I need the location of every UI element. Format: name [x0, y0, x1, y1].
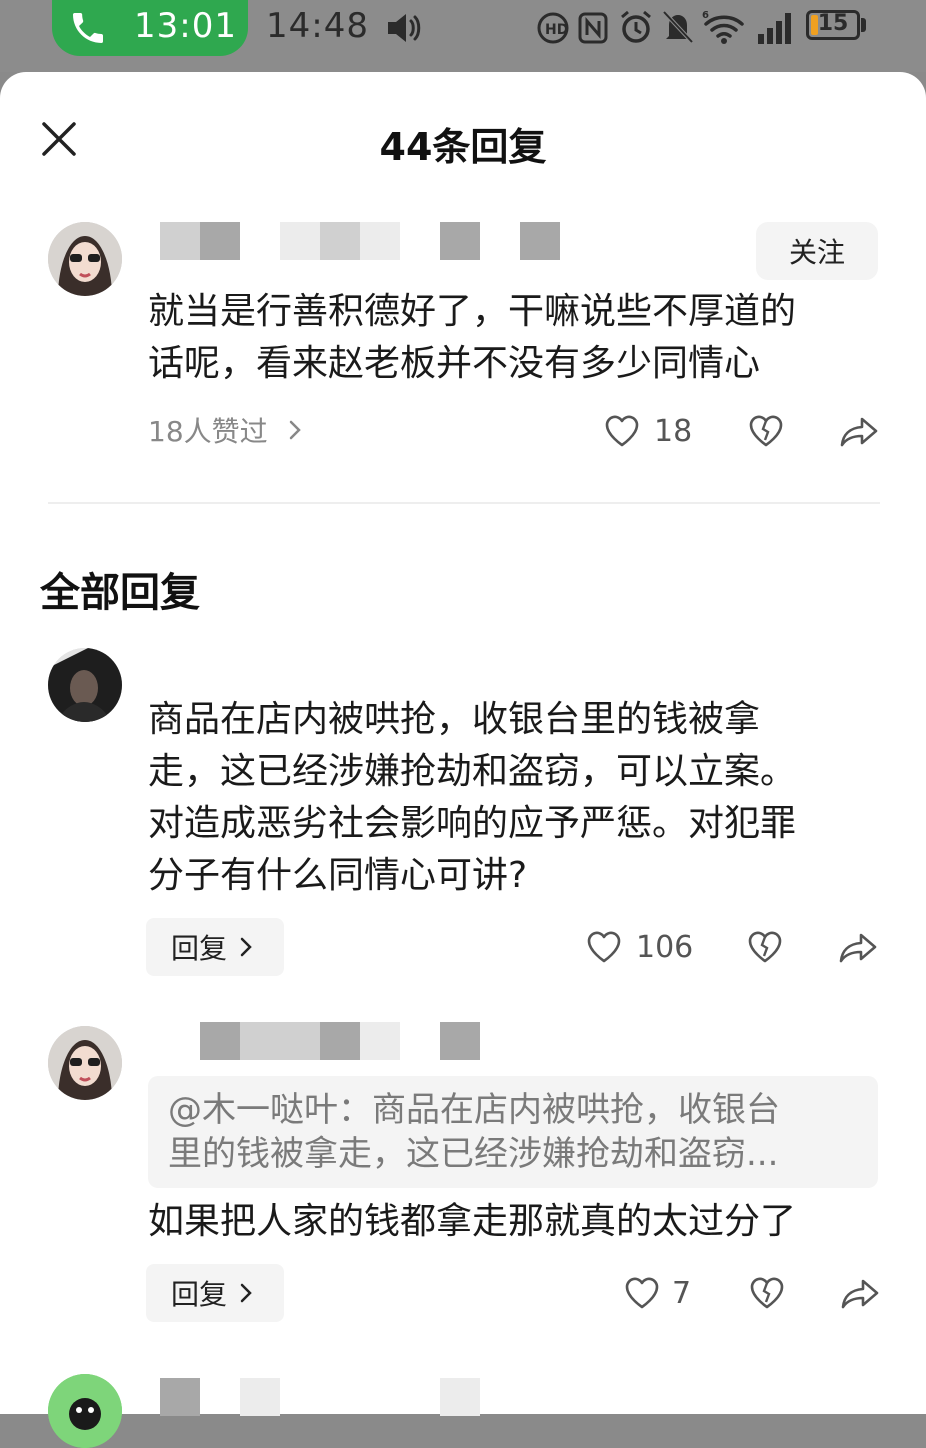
like-count: 7 — [672, 1275, 692, 1311]
battery-percent: 15 — [817, 11, 849, 36]
svg-text:HD: HD — [545, 22, 568, 38]
woman-sunglasses-avatar-icon — [48, 1026, 122, 1100]
volume-icon — [388, 14, 421, 42]
reply-label: 回复 — [170, 1278, 227, 1311]
username-blurred — [440, 222, 480, 260]
battery-tip — [861, 18, 866, 32]
like-heart-icon[interactable] — [584, 927, 624, 967]
cartoon-face-avatar-icon — [48, 1374, 122, 1448]
wifi-icon: 6 — [702, 10, 744, 44]
status-clock: 14:48 — [266, 6, 369, 46]
chevron-right-icon — [240, 937, 252, 957]
share-icon[interactable] — [837, 927, 879, 967]
reply-button[interactable]: 回复 — [146, 1264, 284, 1322]
phone-icon — [73, 13, 103, 43]
sheet-title: 44条回复 — [379, 125, 547, 169]
username-blurred — [240, 1022, 320, 1060]
man-profile-avatar-icon — [48, 648, 122, 722]
hd-icon: HD — [537, 12, 569, 44]
follow-button[interactable]: 关注 — [756, 222, 878, 280]
divider — [48, 502, 880, 504]
username-blurred — [440, 1378, 480, 1416]
battery-icon: 15 — [806, 10, 860, 40]
reply-actions: 106 — [584, 922, 879, 972]
quote-line: 里的钱被拿走，这已经涉嫌抢劫和盗窃... — [168, 1134, 779, 1174]
like-heart-icon[interactable] — [602, 411, 642, 451]
nfc-icon — [578, 12, 608, 44]
reply-label: 回复 — [170, 932, 227, 965]
username-blurred — [200, 1022, 240, 1060]
signal-icon — [758, 13, 791, 44]
svg-text:6: 6 — [702, 10, 709, 21]
chevron-right-icon — [240, 1283, 252, 1303]
call-duration: 13:01 — [134, 6, 237, 46]
mute-icon — [662, 10, 694, 44]
ongoing-call-pill[interactable]: 13:01 — [52, 0, 248, 56]
text-line: 走，这已经涉嫌抢劫和盗窃，可以立案。 — [148, 751, 797, 792]
likes-summary-link[interactable]: 18人赞过 — [148, 410, 310, 450]
username-blurred — [320, 1022, 360, 1060]
username-blurred — [240, 1378, 280, 1416]
text-line: 分子有什么同情心可讲? — [148, 855, 528, 896]
reply-text: 如果把人家的钱都拿走那就真的太过分了 — [148, 1201, 797, 1242]
like-count: 106 — [636, 929, 694, 965]
woman-sunglasses-avatar-icon — [48, 222, 122, 296]
text-line: 商品在店内被哄抢，收银台里的钱被拿 — [148, 699, 761, 740]
text-line: 话呢，看来赵老板并不没有多少同情心 — [148, 343, 761, 384]
avatar[interactable] — [48, 1374, 122, 1448]
avatar[interactable] — [48, 1026, 122, 1100]
text-line: 就当是行善积德好了，干嘛说些不厚道的 — [148, 291, 797, 332]
username-blurred — [200, 222, 240, 260]
status-bar: 13:01 14:48 HD 6 15 — [0, 0, 926, 72]
like-heart-icon[interactable] — [622, 1273, 662, 1313]
reply-actions: 7 — [622, 1268, 881, 1318]
replies-sheet: 44条回复 关注 就当是行善积德好了，干嘛说些不厚道的 话呢，看来赵老板并不没有… — [0, 72, 926, 1448]
dislike-broken-heart-icon[interactable] — [746, 411, 786, 451]
username-blurred — [320, 222, 360, 260]
dislike-broken-heart-icon[interactable] — [745, 927, 785, 967]
reply-text: 商品在店内被哄抢，收银台里的钱被拿 走，这已经涉嫌抢劫和盗窃，可以立案。 对造成… — [148, 694, 888, 902]
like-count: 18 — [654, 413, 693, 449]
quote-line: @木一哒叶：商品在店内被哄抢，收银台 — [168, 1090, 780, 1130]
dislike-broken-heart-icon[interactable] — [747, 1273, 787, 1313]
likes-summary: 18人赞过 — [148, 415, 268, 448]
quoted-reply[interactable]: @木一哒叶：商品在店内被哄抢，收银台 里的钱被拿走，这已经涉嫌抢劫和盗窃... — [148, 1076, 878, 1188]
main-comment-actions: 18 — [602, 406, 880, 456]
reply-button[interactable]: 回复 — [146, 918, 284, 976]
username-blurred — [160, 1378, 200, 1416]
alarm-icon — [621, 10, 651, 43]
section-title: 全部回复 — [40, 570, 200, 616]
avatar[interactable] — [48, 222, 122, 296]
username-blurred — [360, 1022, 400, 1060]
share-icon[interactable] — [838, 411, 880, 451]
chevron-right-icon — [289, 420, 301, 440]
main-comment-text: 就当是行善积德好了，干嘛说些不厚道的 话呢，看来赵老板并不没有多少同情心 — [148, 286, 888, 390]
username-blurred — [520, 222, 560, 260]
text-line: 对造成恶劣社会影响的应予严惩。对犯罪 — [148, 803, 797, 844]
share-icon[interactable] — [839, 1273, 881, 1313]
username-blurred — [440, 1022, 480, 1060]
avatar[interactable] — [48, 648, 122, 722]
